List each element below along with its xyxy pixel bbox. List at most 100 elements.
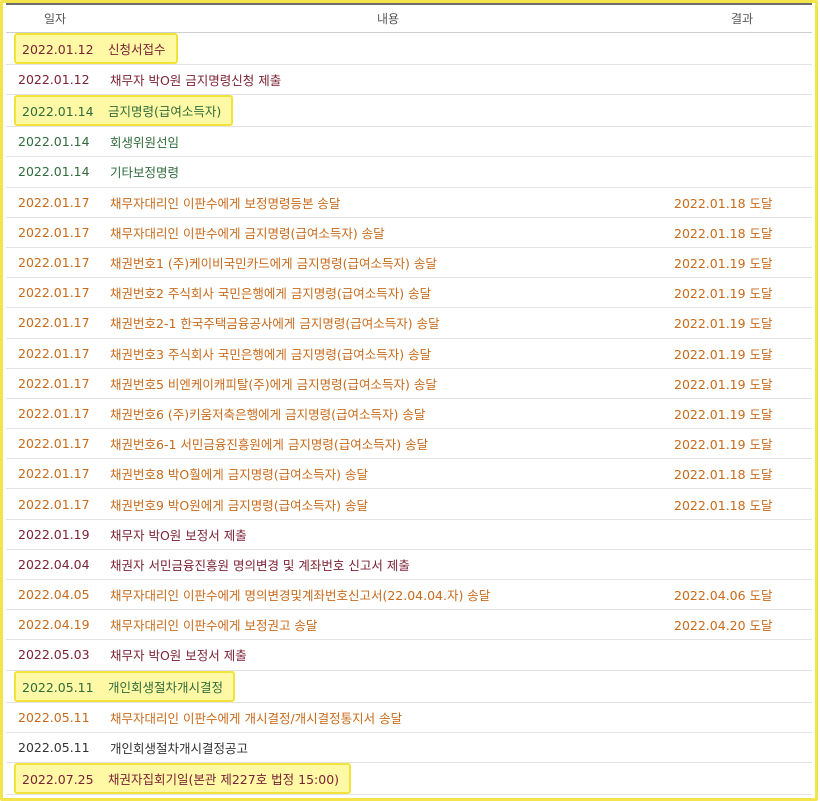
row-content: 금지명령(급여소득자) <box>108 104 222 120</box>
header-date: 일자 <box>6 3 104 33</box>
row-result: 2022.01.19 도달 <box>672 428 812 460</box>
row-date: 2022.01.17 <box>6 307 104 339</box>
case-progress-panel: 일자 내용 결과 2022.01.12 신청서접수 2022.01.12 채무자 박O… <box>0 0 818 801</box>
table-row: 2022.01.17 채권번호2-1 한국주택금융공사에게 금지명령(급여소득자)… <box>6 307 812 339</box>
table-header-row: 일자 내용 결과 <box>6 3 812 33</box>
table-row: 2022.04.05 채무자대리인 이판수에게 명의변경및계좌번호신고서(22.0… <box>6 579 812 611</box>
row-result: 2022.01.19 도달 <box>672 247 812 279</box>
case-progress-table: 일자 내용 결과 2022.01.12 신청서접수 2022.01.12 채무자 박O… <box>6 3 812 795</box>
highlight-box: 2022.01.12 신청서접수 <box>14 33 178 64</box>
table-row: 2022.05.11 개인회생절차개시결정공고 <box>6 732 812 763</box>
header-result: 결과 <box>672 3 812 33</box>
table-row: 2022.01.17 채권번호5 비엔케이캐피탈(주)에게 금지명령(급여소득자)… <box>6 368 812 399</box>
row-content: 회생위원선임 <box>104 126 672 158</box>
table-row: 2022.01.19 채무자 박O원 보정서 제출 <box>6 519 812 550</box>
row-result: 2022.01.19 도달 <box>672 338 812 369</box>
row-result: 2022.01.19 도달 <box>672 277 812 309</box>
table-row: 2022.01.14 금지명령(급여소득자) <box>6 94 812 128</box>
table-row: 2022.01.17 채권번호8 박O훨에게 금지명령(급여소득자) 송달 2022… <box>6 458 812 490</box>
highlighted-entry: 2022.01.14 금지명령(급여소득자) <box>6 94 672 128</box>
table-row: 2022.04.04 채권자 서민금융진흥원 명의변경 및 계좌번호 신고서 제출 <box>6 549 812 581</box>
row-result: 2022.01.19 도달 <box>672 398 812 430</box>
row-date: 2022.01.14 <box>22 104 94 120</box>
row-date: 2022.01.17 <box>6 428 104 460</box>
highlighted-entry: 2022.05.11 개인회생절차개시결정 <box>6 670 672 703</box>
row-result: 2022.01.19 도달 <box>672 368 812 399</box>
highlight-box: 2022.01.14 금지명령(급여소득자) <box>14 95 234 126</box>
table-row: 2022.01.17 채권번호2 주식회사 국민은행에게 금지명령(급여소득자) … <box>6 277 812 309</box>
row-result <box>672 549 812 581</box>
row-result <box>672 670 812 703</box>
table-row: 2022.04.19 채무자대리인 이판수에게 보정권고 송달 2022.04.20… <box>6 609 812 641</box>
row-date: 2022.01.17 <box>6 488 104 520</box>
table-row: 2022.01.17 채권번호1 (주)케이비국민카드에게 금지명령(급여소득자)… <box>6 247 812 279</box>
row-date: 2022.01.17 <box>6 247 104 279</box>
row-content: 채무자대리인 이판수에게 금지명령(급여소득자) 송달 <box>104 217 672 248</box>
row-result <box>672 762 812 795</box>
row-date: 2022.04.19 <box>6 609 104 641</box>
row-content: 채무자대리인 이판수에게 보정권고 송달 <box>104 609 672 641</box>
table-row: 2022.01.12 신청서접수 <box>6 32 812 65</box>
row-date: 2022.04.05 <box>6 579 104 611</box>
row-date: 2022.05.03 <box>6 639 104 671</box>
table-row: 2022.01.17 채권번호6 (주)키움저축은행에게 금지명령(급여소득자) … <box>6 398 812 430</box>
row-content: 채권번호1 (주)케이비국민카드에게 금지명령(급여소득자) 송달 <box>104 247 672 279</box>
row-result <box>672 639 812 671</box>
highlighted-entry: 2022.01.12 신청서접수 <box>6 32 672 65</box>
row-content: 채권자집회기일(본관 제227호 법정 15:00) <box>108 771 340 787</box>
row-date: 2022.01.17 <box>6 187 104 218</box>
row-result <box>672 64 812 96</box>
table-row: 2022.05.11 채무자대리인 이판수에게 개시결정/개시결정통지서 송달 <box>6 702 812 733</box>
row-result: 2022.04.06 도달 <box>672 579 812 611</box>
row-content: 채권번호6 (주)키움저축은행에게 금지명령(급여소득자) 송달 <box>104 398 672 430</box>
row-date: 2022.07.25 <box>22 771 94 787</box>
row-result <box>672 126 812 158</box>
highlight-box: 2022.07.25 채권자집회기일(본관 제227호 법정 15:00) <box>14 762 352 794</box>
row-content: 기타보정명령 <box>104 156 672 188</box>
table-row: 2022.07.25 채권자집회기일(본관 제227호 법정 15:00) <box>6 762 812 795</box>
table-row: 2022.05.11 개인회생절차개시결정 <box>6 670 812 703</box>
row-content: 채권번호9 박O원에게 금지명령(급여소득자) 송달 <box>104 488 672 520</box>
row-content: 채무자대리인 이판수에게 보정명령등본 송달 <box>104 187 672 218</box>
table-row: 2022.05.03 채무자 박O원 보정서 제출 <box>6 639 812 671</box>
row-content: 채무자 박O원 보정서 제출 <box>104 519 672 550</box>
row-date: 2022.05.11 <box>22 679 94 695</box>
table-row: 2022.01.14 기타보정명령 <box>6 156 812 188</box>
row-result: 2022.01.19 도달 <box>672 307 812 339</box>
row-content: 신청서접수 <box>108 42 166 57</box>
row-result: 2022.01.18 도달 <box>672 458 812 490</box>
table-row: 2022.01.17 채무자대리인 이판수에게 금지명령(급여소득자) 송달 202… <box>6 217 812 248</box>
row-result <box>672 156 812 188</box>
row-date: 2022.01.17 <box>6 338 104 369</box>
row-date: 2022.01.14 <box>6 126 104 158</box>
row-date: 2022.01.17 <box>6 217 104 248</box>
table-body: 2022.01.12 신청서접수 2022.01.12 채무자 박O원 금지명령신청 … <box>6 32 812 795</box>
row-content: 채무자 박O원 보정서 제출 <box>104 639 672 671</box>
row-date: 2022.01.14 <box>6 156 104 188</box>
row-date: 2022.01.17 <box>6 458 104 490</box>
table-row: 2022.01.14 회생위원선임 <box>6 126 812 158</box>
row-result <box>672 732 812 763</box>
row-result: 2022.01.18 도달 <box>672 217 812 248</box>
highlighted-entry: 2022.07.25 채권자집회기일(본관 제227호 법정 15:00) <box>6 762 672 795</box>
row-content: 채무자대리인 이판수에게 개시결정/개시결정통지서 송달 <box>104 702 672 733</box>
row-date: 2022.01.12 <box>22 42 94 57</box>
row-date: 2022.01.17 <box>6 368 104 399</box>
row-content: 채권번호5 비엔케이캐피탈(주)에게 금지명령(급여소득자) 송달 <box>104 368 672 399</box>
row-content: 채무자대리인 이판수에게 명의변경및계좌번호신고서(22.04.04.자) 송달 <box>104 579 672 611</box>
row-date: 2022.04.04 <box>6 549 104 581</box>
highlight-box: 2022.05.11 개인회생절차개시결정 <box>14 670 236 702</box>
row-content: 개인회생절차개시결정 <box>108 679 224 695</box>
row-result <box>672 94 812 128</box>
table-row: 2022.01.17 채권번호3 주식회사 국민은행에게 금지명령(급여소득자) … <box>6 338 812 369</box>
table-row: 2022.01.12 채무자 박O원 금지명령신청 제출 <box>6 64 812 96</box>
row-date: 2022.01.17 <box>6 277 104 309</box>
row-date: 2022.01.17 <box>6 398 104 430</box>
row-date: 2022.05.11 <box>6 732 104 763</box>
header-content: 내용 <box>104 3 672 33</box>
row-content: 채권번호3 주식회사 국민은행에게 금지명령(급여소득자) 송달 <box>104 338 672 369</box>
table-row: 2022.01.17 채권번호9 박O원에게 금지명령(급여소득자) 송달 2022… <box>6 488 812 520</box>
row-date: 2022.01.19 <box>6 519 104 550</box>
row-result: 2022.01.18 도달 <box>672 187 812 218</box>
row-content: 개인회생절차개시결정공고 <box>104 732 672 763</box>
